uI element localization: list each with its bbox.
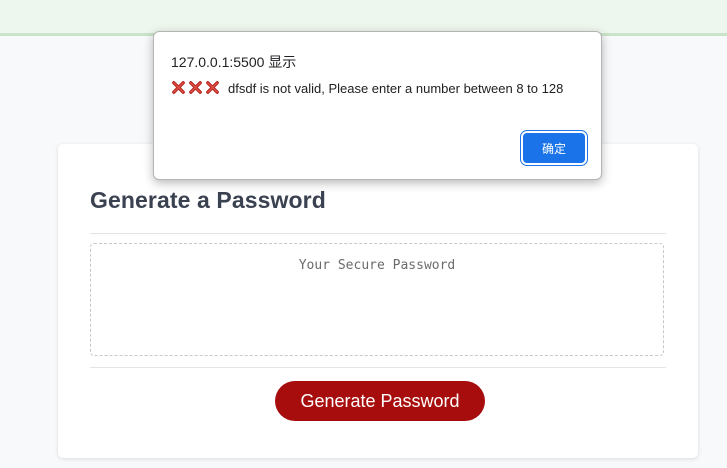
cross-mark-icon [189,81,202,94]
cross-marks [171,80,222,100]
header-divider [90,233,666,234]
card-title: Generate a Password [90,187,326,213]
password-output[interactable] [90,243,664,356]
password-card: Generate a Password Generate Password [58,144,698,458]
alert-ok-button[interactable]: 确定 [523,133,585,163]
alert-message: dfsdf is not valid, Please enter a numbe… [171,79,581,100]
alert-dialog: 127.0.0.1:5500 显示 dfsdf is not valid, Pl… [153,31,602,180]
footer-divider [90,367,666,368]
cross-mark-icon [172,81,185,94]
cross-mark-icon [206,81,219,94]
generate-password-button[interactable]: Generate Password [275,381,485,421]
alert-origin-text: 127.0.0.1:5500 显示 [171,54,297,70]
alert-message-text: dfsdf is not valid, Please enter a numbe… [228,81,564,96]
